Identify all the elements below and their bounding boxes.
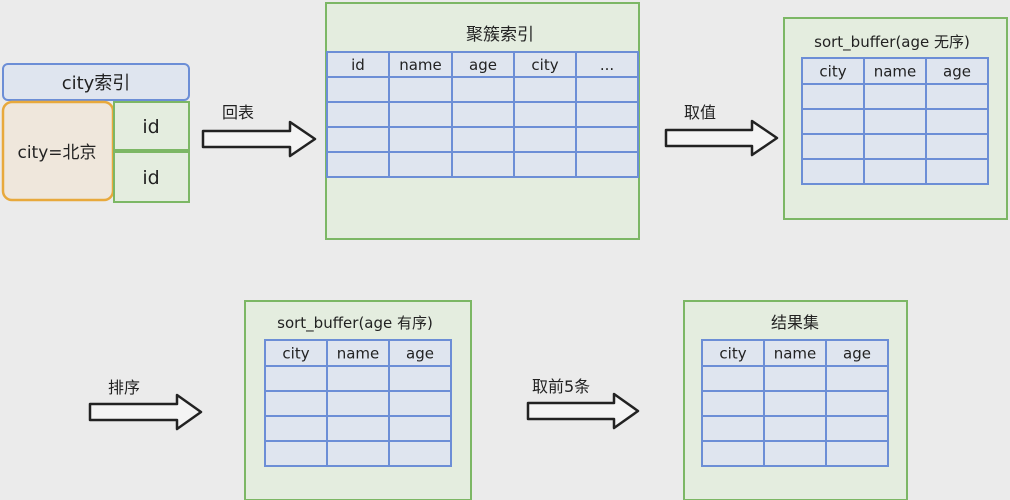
sort-buffer-unordered-panel: sort_buffer(age 无序) city name age: [783, 17, 1008, 220]
sort-buffer-ordered-panel: sort_buffer(age 有序) city name age: [244, 300, 472, 500]
sort-buffer-ordered-table: city name age: [264, 339, 452, 467]
table-header-name-label: name: [399, 56, 442, 74]
table-header-city-label: city: [719, 344, 746, 362]
arrow-sort-shape: [88, 393, 203, 431]
table-header-city-label: city: [282, 344, 309, 362]
arrow-back-to-table: 回表: [201, 103, 317, 158]
clustered-index-title: 聚簇索引: [466, 25, 534, 45]
table-header-city-label: city: [531, 56, 558, 74]
clustered-index-panel: 聚簇索引 id name age city...: [325, 2, 640, 240]
arrow-fetch-label: 取值: [684, 103, 716, 122]
arrow-take-first-label: 取前5条: [532, 377, 590, 396]
arrow-back-to-table-shape: [201, 120, 317, 158]
arrow-take-first: 取前5条: [526, 377, 640, 430]
table-header-city-label: city: [819, 62, 846, 80]
result-set-table: city name age: [701, 339, 889, 467]
clustered-index-table: id name age city...: [326, 51, 639, 178]
table-header-name-label: name: [774, 344, 817, 362]
sort-buffer-ordered-title: sort_buffer(age 有序): [277, 314, 433, 333]
table-header-age-label: age: [943, 62, 971, 80]
table-header--label: ...: [600, 56, 614, 74]
table-header-name-label: name: [337, 344, 380, 362]
arrow-sort: 排序: [88, 378, 203, 431]
table-header-id-label: id: [351, 56, 365, 74]
diagram-stage: city索引 city=北京 id id 回表 取值 排序 取前5条 聚簇索引 …: [0, 0, 1010, 500]
flow-diagram: city索引 city=北京 id id 回表 取值 排序 取前5条 聚簇索引 …: [1, 2, 1008, 500]
city-index-group: city索引 city=北京 id id: [1, 63, 190, 203]
table-header-age-label: age: [406, 344, 434, 362]
arrow-fetch: 取值: [664, 103, 779, 157]
city-index-label: city索引: [62, 73, 131, 94]
arrow-sort-label: 排序: [108, 378, 140, 397]
result-set-title: 结果集: [771, 313, 819, 332]
sort-buffer-unordered-title: sort_buffer(age 无序): [814, 33, 970, 52]
table-header-age-label: age: [469, 56, 497, 74]
city-key-label: city=北京: [17, 143, 96, 163]
arrow-take-first-shape: [526, 392, 640, 430]
table-header-name-label: name: [874, 62, 917, 80]
id-cell-1-label: id: [142, 116, 159, 138]
id-cell-2-label: id: [142, 167, 159, 189]
table-header-age-label: age: [843, 344, 871, 362]
arrow-back-to-table-label: 回表: [222, 103, 254, 122]
arrow-fetch-shape: [664, 119, 779, 157]
sort-buffer-unordered-table: city name age: [801, 57, 989, 185]
result-set-panel: 结果集 city name age: [683, 300, 908, 500]
